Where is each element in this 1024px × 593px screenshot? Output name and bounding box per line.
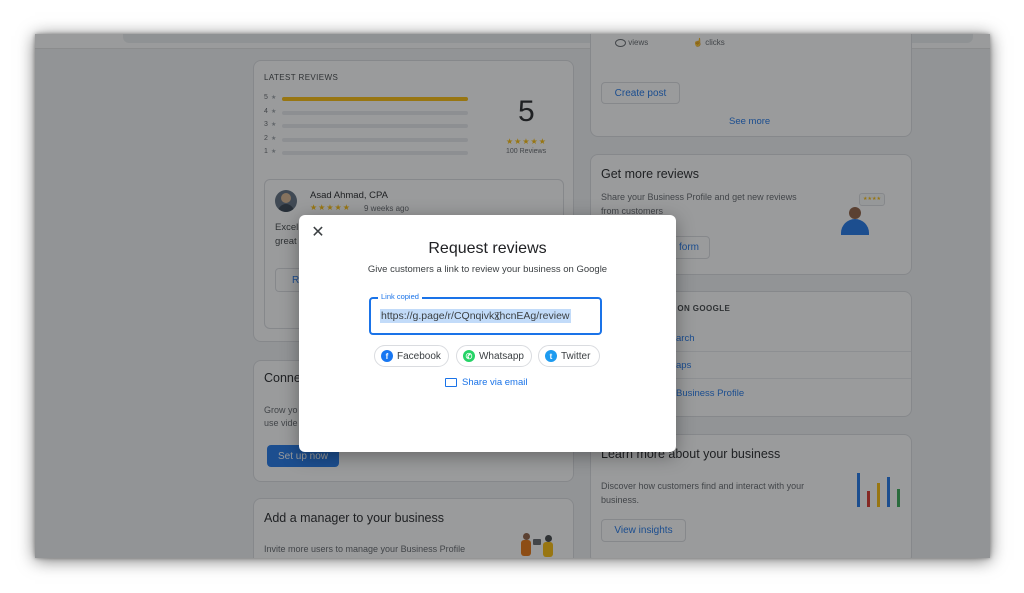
twitter-icon: t	[545, 350, 557, 362]
dialog-subtitle: Give customers a link to review your bus…	[367, 264, 608, 275]
review-link-field-label: Link copied	[378, 292, 422, 301]
review-link-field[interactable]: Link copied https://g.page/r/CQnqivkxhcn…	[369, 292, 602, 335]
share-whatsapp-button[interactable]: ✆ Whatsapp	[456, 345, 532, 367]
close-icon[interactable]: ✕	[311, 225, 325, 241]
mail-icon	[445, 378, 457, 387]
share-twitter-button[interactable]: t Twitter	[538, 345, 600, 367]
facebook-icon: f	[381, 350, 393, 362]
share-via-email-link[interactable]: Share via email	[445, 377, 527, 388]
review-link-value[interactable]: https://g.page/r/CQnqivkxhcnEAg/review	[380, 309, 571, 323]
dialog-title: Request reviews	[428, 240, 547, 257]
text-cursor-icon: ⌶	[494, 309, 502, 323]
request-reviews-dialog: ✕ Request reviews Give customers a link …	[299, 215, 676, 452]
browser-frame: LATEST REVIEWS 5 ★ 4 ★ 3 ★ 2 ★ 1 ★ 5 ★★★★★ 100 Re…	[35, 34, 990, 558]
share-facebook-button[interactable]: f Facebook	[374, 345, 449, 367]
whatsapp-icon: ✆	[463, 350, 475, 362]
